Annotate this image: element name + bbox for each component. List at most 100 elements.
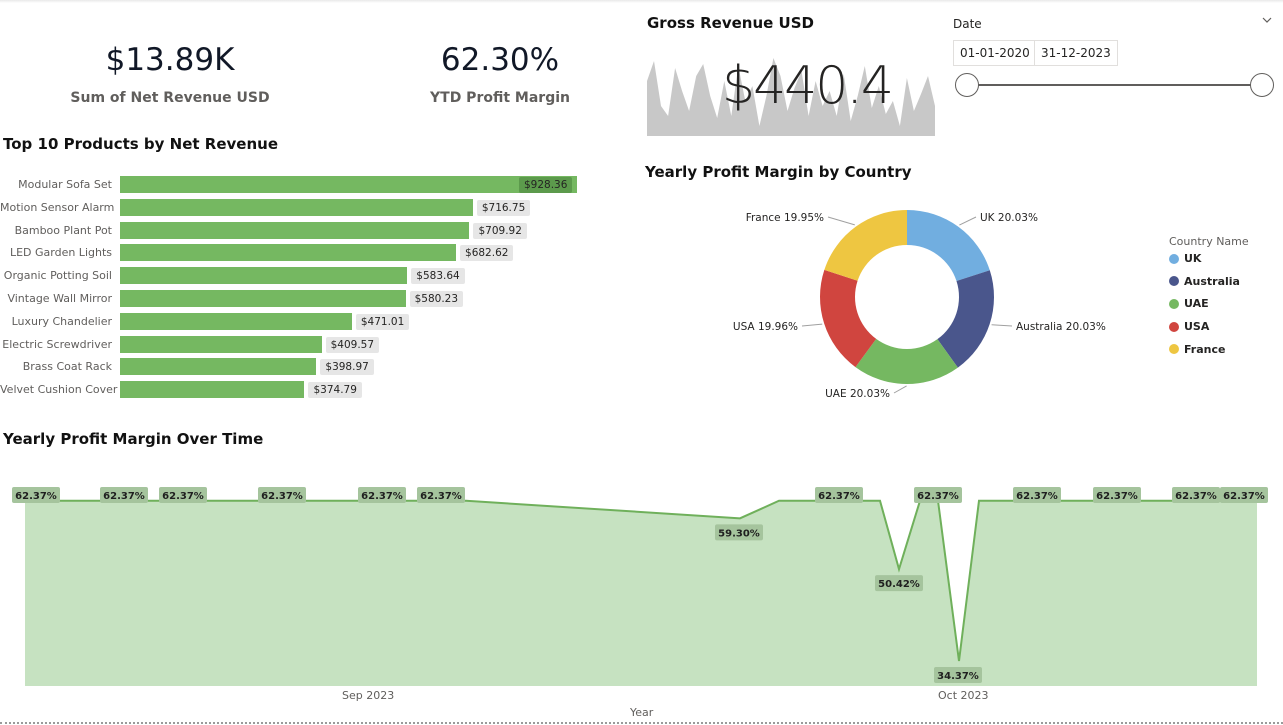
svg-text:62.37%: 62.37% bbox=[1016, 491, 1058, 502]
top-products-chart: Modular Sofa Set $928.36 Motion Sensor Ala… bbox=[0, 174, 640, 404]
donut-data-label: UK 20.03% bbox=[980, 212, 1038, 224]
date-slicer-label: Date bbox=[953, 17, 982, 31]
profit-margin-label: YTD Profit Margin bbox=[430, 90, 570, 106]
net-revenue-label: Sum of Net Revenue USD bbox=[70, 90, 270, 106]
area-data-label: 62.37% bbox=[12, 487, 60, 503]
x-tick-sep-2023: Sep 2023 bbox=[342, 689, 395, 702]
area-data-label: 59.30% bbox=[715, 524, 763, 541]
gross-revenue-value: $440.4 bbox=[722, 56, 894, 116]
svg-text:62.37%: 62.37% bbox=[15, 491, 57, 502]
bar-value-label: $928.36 bbox=[519, 177, 573, 193]
gross-revenue-title: Gross Revenue USD bbox=[647, 14, 814, 32]
area-data-label: 62.37% bbox=[1013, 487, 1061, 503]
chevron-down-icon[interactable] bbox=[1261, 14, 1273, 28]
bar-category-label: Velvet Cushion Cover bbox=[0, 383, 118, 397]
bar-value-label: $409.57 bbox=[325, 336, 380, 353]
bar-value-label: $374.79 bbox=[308, 382, 362, 399]
legend-title: Country Name bbox=[1169, 235, 1249, 248]
legend-label: UK bbox=[1184, 252, 1202, 265]
bar[interactable] bbox=[120, 290, 406, 307]
bar-category-label: Brass Coat Rack bbox=[22, 360, 112, 374]
country-margin-title: Yearly Profit Margin by Country bbox=[645, 163, 912, 181]
bar[interactable] bbox=[120, 381, 305, 399]
date-end-input[interactable]: 31-12-2023 bbox=[1034, 40, 1118, 66]
legend-item[interactable]: France bbox=[1169, 343, 1225, 356]
bar-value-label: $471.01 bbox=[355, 313, 410, 330]
bar[interactable] bbox=[120, 335, 322, 353]
bar-category-label: Organic Potting Soil bbox=[3, 269, 112, 283]
bar-value-label: $583.64 bbox=[411, 268, 465, 285]
svg-text:34.37%: 34.37% bbox=[937, 671, 979, 682]
legend-label: UAE bbox=[1184, 297, 1209, 311]
legend-item[interactable]: UAE bbox=[1169, 297, 1209, 310]
country-donut-chart: UK 20.03% Australia 20.03% UAE 20.03% USA 1… bbox=[733, 210, 1106, 400]
legend-label: USA bbox=[1184, 320, 1210, 334]
bar-value-label: $682.62 bbox=[460, 245, 514, 262]
bar-value-label: $709.92 bbox=[473, 222, 527, 239]
svg-text:62.37%: 62.37% bbox=[420, 491, 462, 502]
area-data-label: 34.37% bbox=[934, 666, 982, 683]
bar[interactable] bbox=[120, 198, 473, 216]
donut-slice[interactable] bbox=[824, 210, 907, 281]
legend-marker bbox=[1169, 321, 1179, 332]
area-data-label: 62.37% bbox=[1220, 487, 1268, 503]
area-fill bbox=[25, 500, 1257, 686]
top-border bbox=[0, 0, 1283, 3]
date-slider-start-handle[interactable] bbox=[955, 73, 979, 97]
bar[interactable] bbox=[120, 267, 408, 285]
area-data-label: 62.37% bbox=[100, 487, 148, 503]
svg-text:62.37%: 62.37% bbox=[1096, 491, 1138, 502]
bar-value-label: $716.75 bbox=[476, 199, 531, 216]
donut-leader-line bbox=[893, 385, 907, 394]
legend-marker bbox=[1169, 253, 1179, 264]
legend-marker bbox=[1169, 344, 1179, 355]
area-data-label: 62.37% bbox=[1093, 487, 1141, 503]
area-data-label: 62.37% bbox=[815, 487, 863, 503]
bottom-border bbox=[0, 722, 1283, 724]
bar-category-label: LED Garden Lights bbox=[9, 246, 112, 260]
donut-data-label: Australia 20.03% bbox=[1016, 321, 1106, 333]
area-data-label: 50.42% bbox=[875, 575, 923, 592]
bar-category-label: Modular Sofa Set bbox=[18, 178, 112, 191]
bar-category-label: Bamboo Plant Pot bbox=[14, 223, 112, 237]
area-data-label: 62.37% bbox=[417, 487, 465, 503]
donut-leader-line bbox=[991, 324, 1013, 327]
legend-label: Australia bbox=[1184, 274, 1240, 288]
margin-over-time-title: Yearly Profit Margin Over Time bbox=[3, 430, 264, 448]
legend-label: France bbox=[1184, 342, 1226, 356]
legend-item[interactable]: UK bbox=[1169, 252, 1201, 265]
date-slider-end-handle[interactable] bbox=[1250, 73, 1274, 97]
area-data-label: 62.37% bbox=[358, 487, 406, 503]
svg-text:62.37%: 62.37% bbox=[818, 491, 860, 502]
bar[interactable] bbox=[120, 221, 470, 239]
svg-text:62.37%: 62.37% bbox=[1175, 491, 1217, 502]
bar[interactable] bbox=[120, 176, 577, 193]
area-data-label: 62.37% bbox=[914, 487, 962, 503]
donut-slice[interactable] bbox=[907, 210, 990, 282]
svg-text:62.37%: 62.37% bbox=[361, 491, 403, 502]
svg-text:62.37%: 62.37% bbox=[103, 491, 145, 502]
date-slider-track[interactable] bbox=[967, 84, 1263, 86]
donut-data-label: France 19.95% bbox=[746, 212, 824, 224]
area-data-label: 62.37% bbox=[159, 487, 207, 503]
svg-text:50.42%: 50.42% bbox=[878, 579, 920, 590]
bar-category-label: Motion Sensor Alarm bbox=[0, 200, 115, 214]
bar[interactable] bbox=[120, 244, 457, 262]
profit-margin-value: 62.30% bbox=[440, 42, 560, 78]
donut-leader-line bbox=[801, 323, 823, 327]
date-start-input[interactable]: 01-01-2020 bbox=[953, 40, 1037, 66]
x-tick-oct-2023: Oct 2023 bbox=[938, 689, 989, 702]
bar[interactable] bbox=[120, 312, 352, 330]
donut-data-label: USA 19.96% bbox=[733, 321, 798, 333]
area-data-label: 62.37% bbox=[1172, 487, 1220, 503]
area-data-label: 62.37% bbox=[258, 487, 306, 503]
donut-leader-line bbox=[827, 216, 855, 226]
bar-category-label: Electric Screwdriver bbox=[2, 337, 112, 351]
legend-item[interactable]: Australia bbox=[1169, 275, 1240, 288]
bar[interactable] bbox=[120, 358, 317, 376]
donut-leader-line bbox=[959, 216, 977, 226]
legend-item[interactable]: USA bbox=[1169, 320, 1209, 333]
top-products-title: Top 10 Products by Net Revenue bbox=[3, 135, 278, 153]
svg-text:62.37%: 62.37% bbox=[162, 491, 204, 502]
svg-text:62.37%: 62.37% bbox=[917, 491, 959, 502]
